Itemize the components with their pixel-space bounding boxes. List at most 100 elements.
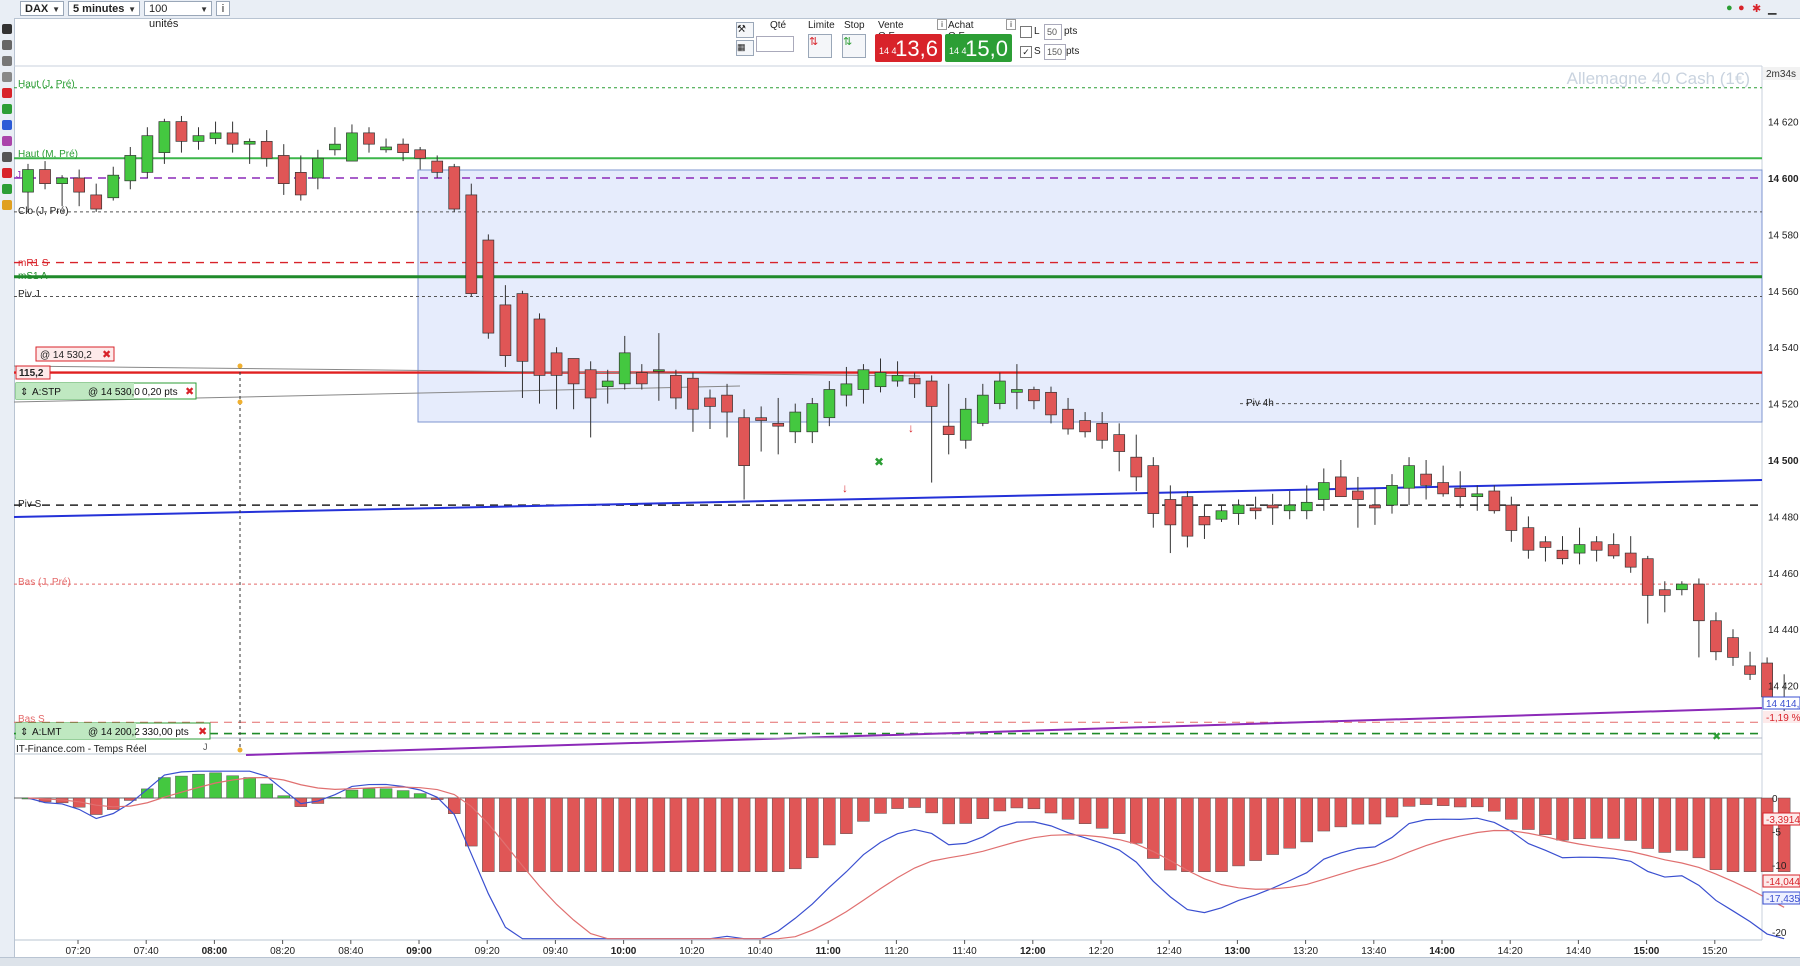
histogram-bar <box>1539 797 1552 835</box>
sell-arrow-icon: ↓ <box>842 481 848 495</box>
histogram-bar <box>1641 797 1654 849</box>
indicator-value-macd: -17,435 <box>1766 894 1800 905</box>
marker-point <box>237 747 243 753</box>
indicator-axis-label: 0 <box>1772 794 1778 805</box>
histogram-bar <box>328 797 342 799</box>
candle-body <box>1334 476 1347 498</box>
histogram-bar <box>430 797 444 800</box>
histogram-bar <box>243 777 256 799</box>
candle-body <box>959 408 972 441</box>
histogram-bar <box>1249 797 1262 861</box>
limit-order-name: A:LMT <box>32 727 61 738</box>
stop-order-name: A:STP <box>32 387 61 398</box>
price-axis-label: 14 580 <box>1768 230 1799 241</box>
candle-body <box>1727 637 1739 658</box>
macd-line <box>27 770 1785 940</box>
histogram-bar <box>1556 797 1569 841</box>
time-axis-label: 12:00 <box>1020 946 1046 957</box>
candle-body <box>1062 408 1074 430</box>
histogram-bar <box>1658 797 1672 853</box>
alert-price: @ 14 530,2 <box>40 350 92 361</box>
marker-point <box>237 363 243 369</box>
candle-body <box>107 174 120 199</box>
candle-body <box>1488 490 1501 512</box>
histogram-bar <box>942 797 955 825</box>
histogram-bar <box>908 797 921 808</box>
histogram-bar <box>993 797 1007 812</box>
histogram-bar <box>737 797 751 872</box>
candle-body <box>124 155 137 182</box>
candle-body <box>755 417 768 421</box>
histogram-bar <box>1334 797 1348 828</box>
level-label-haut-j: Haut (J, Pré) <box>18 79 75 90</box>
alert-order-tag[interactable]: @ 14 530,2 ✖ <box>35 346 115 362</box>
price-chart[interactable]: ↓ ↓ ✖ ✖ 14 620 14 600 14 580 14 560 14 540 14 52… <box>0 0 1800 965</box>
candle-body <box>874 372 887 388</box>
histogram-bar <box>107 797 120 810</box>
histogram-bar <box>635 797 649 872</box>
candle-body <box>431 160 444 173</box>
candle-body <box>397 143 409 153</box>
candle-body <box>993 380 1006 404</box>
j-marker: J <box>203 742 208 752</box>
candle-body <box>329 143 341 151</box>
candle-body <box>1607 544 1620 557</box>
histogram-bar <box>1317 797 1331 832</box>
candle-body <box>1539 541 1552 548</box>
candle-body <box>1266 504 1279 509</box>
candle-body <box>209 132 222 139</box>
candle-body <box>635 372 648 385</box>
stop-drag-icon[interactable]: ⇕ <box>20 387 28 398</box>
histogram-bar <box>209 772 222 799</box>
price-axis-label: 14 440 <box>1768 625 1799 636</box>
candle-body <box>1215 510 1228 520</box>
histogram-bar <box>1027 797 1041 810</box>
time-axis-label: 09:40 <box>543 946 568 957</box>
histogram-bar <box>1266 797 1279 855</box>
candle-body <box>516 293 529 362</box>
candle-body <box>1369 504 1381 509</box>
candle-body <box>1079 420 1091 433</box>
candle-body <box>772 422 785 427</box>
candle-body <box>1590 541 1603 551</box>
time-axis-label: 13:20 <box>1293 946 1318 957</box>
candle-body <box>73 177 86 193</box>
close-icon[interactable]: ✖ <box>102 349 111 361</box>
level-label-clo-j: Clo (J, Pré) <box>18 206 69 217</box>
indicator-value-histogram: -3,3914 <box>1766 815 1800 826</box>
stop-order-tag[interactable]: ⇕ A:STP @ 14 530,0 0,20 pts ✖ <box>15 382 197 400</box>
candle-body <box>584 369 597 399</box>
candle-body <box>1744 665 1756 675</box>
candle-body <box>1573 544 1586 554</box>
histogram-bar <box>175 775 188 799</box>
candle-body <box>260 140 273 159</box>
candle-body <box>687 377 699 410</box>
histogram-bar <box>703 797 717 872</box>
histogram-bar <box>806 797 819 859</box>
histogram-bar <box>1624 797 1637 841</box>
histogram-bar <box>891 797 904 809</box>
time-axis-label: 08:20 <box>270 946 295 957</box>
histogram-bar <box>771 797 785 872</box>
close-icon[interactable]: ✖ <box>185 386 194 398</box>
marker-point <box>237 399 243 405</box>
limit-drag-icon[interactable]: ⇕ <box>20 727 28 738</box>
candle-body <box>1130 456 1143 478</box>
bar-timer: 2m34s <box>1766 69 1796 80</box>
current-price: 14 414, <box>1766 699 1799 710</box>
histogram-bar <box>413 793 427 799</box>
candle-body <box>1249 507 1262 512</box>
histogram-bar <box>1351 797 1365 825</box>
stop-order-pts: 0,20 pts <box>142 387 178 398</box>
limit-order-tag[interactable]: ⇕ A:LMT @ 14 200,2 330,00 pts ✖ <box>15 722 211 740</box>
candle-body <box>738 417 750 466</box>
close-icon[interactable]: ✖ <box>198 726 207 738</box>
time-axis-label: 10:40 <box>747 946 772 957</box>
level-label-bas-j: Bas (J, Pré) <box>18 577 71 588</box>
candle-body <box>499 304 512 357</box>
candle-body <box>482 239 495 334</box>
time-axis-label: 11:00 <box>816 946 841 957</box>
indicator-axis-label: -20 <box>1772 928 1787 939</box>
candle-body <box>1317 482 1330 500</box>
level-label-j: J <box>16 170 21 181</box>
